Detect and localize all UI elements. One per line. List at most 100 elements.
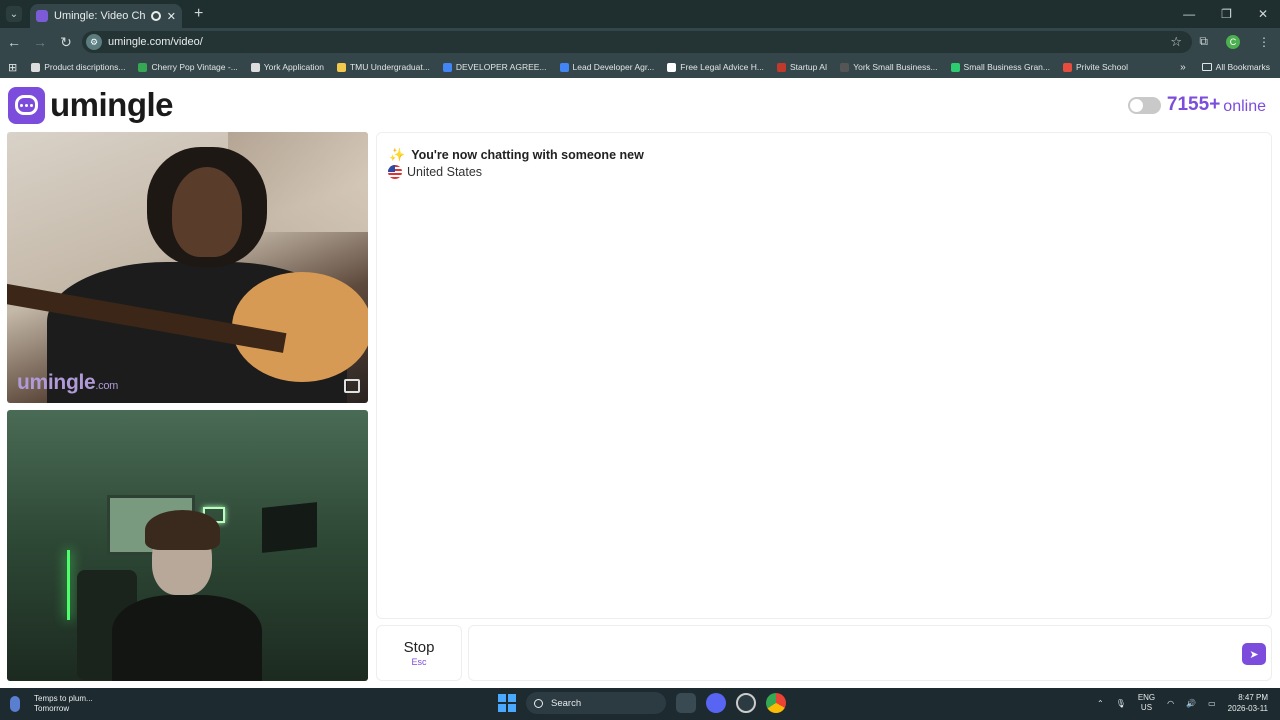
bookmark-favicon-icon xyxy=(250,62,260,72)
bookmark-favicon-icon xyxy=(442,62,452,72)
weather-line1: Temps to plum... xyxy=(34,694,93,703)
self-body xyxy=(112,595,262,681)
bookmark-favicon-icon xyxy=(776,62,786,72)
extensions-icon[interactable]: ⧉ xyxy=(1199,34,1208,49)
bookmark-favicon-icon xyxy=(336,62,346,72)
discord-icon[interactable] xyxy=(706,693,726,713)
close-window-button[interactable]: ✕ xyxy=(1258,7,1268,21)
time-text: 8:47 PM xyxy=(1238,693,1268,702)
bookmarks-bar: ⊞ Product discriptions... Cherry Pop Vint… xyxy=(0,56,1280,78)
task-view-icon[interactable] xyxy=(676,693,696,713)
volume-icon[interactable]: 🔊 xyxy=(1186,699,1196,708)
country-label: United States xyxy=(407,165,483,179)
bookmark-item[interactable]: Product discriptions... xyxy=(31,62,125,72)
stranger-face xyxy=(172,167,242,257)
chrome-icon[interactable] xyxy=(766,693,786,713)
taskbar-search[interactable]: Search xyxy=(526,692,666,714)
bookmark-item[interactable]: Startup AI xyxy=(776,62,828,72)
minimize-button[interactable]: — xyxy=(1183,7,1195,21)
status-text: You're now chatting with someone new xyxy=(411,148,644,162)
report-flag-icon[interactable] xyxy=(344,379,360,393)
tab-title: Umingle: Video Chat with S xyxy=(54,10,145,22)
green-led-light xyxy=(67,550,70,620)
bookmark-label: DEVELOPER AGREE... xyxy=(455,62,547,72)
bookmark-item[interactable]: Lead Developer Agr... xyxy=(559,62,654,72)
new-tab-button[interactable]: + xyxy=(194,5,203,23)
self-hair xyxy=(145,510,220,550)
bookmark-label: York Application xyxy=(263,62,324,72)
restore-button[interactable]: ❐ xyxy=(1221,7,1232,21)
bookmark-label: Small Business Gran... xyxy=(963,62,1050,72)
browser-toolbar: ← → ↻ ⚙ umingle.com/video/ ☆ ⧉ C ⋮ xyxy=(0,28,1280,56)
chat-bubble-logo-icon xyxy=(8,86,45,124)
microphone-icon[interactable]: 🎙 xyxy=(1116,699,1126,708)
bookmark-item[interactable]: Privite School xyxy=(1062,62,1128,72)
wall-tv xyxy=(262,502,317,553)
wifi-icon[interactable]: ◠ xyxy=(1167,699,1174,708)
back-arrow-icon[interactable]: ← xyxy=(2,34,26,50)
bookmark-label: Free Legal Advice H... xyxy=(680,62,764,72)
menu-dots-icon[interactable]: ⋮ xyxy=(1258,35,1270,49)
thermometer-icon xyxy=(10,696,20,712)
umingle-logo[interactable]: umingle xyxy=(8,86,174,124)
bookmark-item[interactable]: Free Legal Advice H... xyxy=(667,62,764,72)
stop-button[interactable]: Stop Esc xyxy=(376,625,462,681)
stranger-video: umingle.com xyxy=(7,132,368,403)
browser-tab-bar: ⌄ Umingle: Video Chat with S ✕ + — ❐ ✕ xyxy=(0,0,1280,28)
video-watermark: umingle.com xyxy=(17,371,119,394)
bookmark-item[interactable]: Cherry Pop Vintage -... xyxy=(138,62,238,72)
bookmark-label: TMU Undergraduat... xyxy=(349,62,430,72)
tab-close-icon[interactable]: ✕ xyxy=(167,10,176,23)
address-bar[interactable]: ⚙ umingle.com/video/ ☆ xyxy=(82,31,1192,53)
chat-status-message: ✨ You're now chatting with someone new xyxy=(389,147,644,163)
send-icon[interactable]: ➤ xyxy=(1242,643,1266,665)
weather-line2: Tomorrow xyxy=(34,704,70,713)
umingle-page: umingle 7155+ online umingle.com ✨ You'r… xyxy=(0,80,1280,688)
message-input[interactable] xyxy=(477,634,1237,672)
apps-grid-icon[interactable]: ⊞ xyxy=(8,61,17,74)
bookmark-label: York Small Business... xyxy=(853,62,938,72)
bookmark-favicon-icon xyxy=(950,62,960,72)
bookmark-label: Cherry Pop Vintage -... xyxy=(151,62,238,72)
stranger-country: United States xyxy=(388,165,482,179)
bookmark-item[interactable]: Small Business Gran... xyxy=(950,62,1050,72)
windows-taskbar: Temps to plum... Tomorrow Search ⌃ 🎙 ENG… xyxy=(0,688,1280,720)
bookmark-item[interactable]: DEVELOPER AGREE... xyxy=(442,62,547,72)
bookmark-item[interactable]: York Small Business... xyxy=(840,62,938,72)
obs-icon[interactable] xyxy=(736,693,756,713)
bookmark-item[interactable]: TMU Undergraduat... xyxy=(336,62,430,72)
tab-search-button[interactable]: ⌄ xyxy=(6,6,22,22)
mode-toggle[interactable] xyxy=(1127,96,1161,114)
start-button-icon[interactable] xyxy=(498,694,516,712)
date-text: 2026-03-11 xyxy=(1227,704,1268,713)
battery-icon[interactable]: ▭ xyxy=(1208,699,1216,708)
site-info-icon[interactable]: ⚙ xyxy=(86,34,102,50)
bookmark-favicon-icon xyxy=(138,62,148,72)
system-tray: ⌃ 🎙 ENG US ◠ 🔊 ▭ 8:47 PM 2026-03-11 xyxy=(1097,692,1268,714)
umingle-favicon-icon xyxy=(36,10,48,22)
bookmark-favicon-icon xyxy=(1062,62,1072,72)
active-tab[interactable]: Umingle: Video Chat with S ✕ xyxy=(30,4,182,28)
all-bookmarks-button[interactable]: All Bookmarks xyxy=(1201,62,1270,72)
recording-indicator-icon xyxy=(150,11,161,21)
bookmarks-overflow-icon[interactable]: » xyxy=(1180,62,1186,73)
folder-icon xyxy=(1201,63,1212,71)
language-indicator[interactable]: ENG US xyxy=(1138,693,1155,713)
search-icon xyxy=(534,698,543,708)
bookmark-favicon-icon xyxy=(31,62,41,72)
online-count: 7155+ xyxy=(1166,94,1221,115)
profile-avatar[interactable]: C xyxy=(1226,34,1240,49)
online-indicator: 7155+ online xyxy=(1127,94,1266,116)
stop-shortcut: Esc xyxy=(411,657,427,667)
weather-widget[interactable]: Temps to plum... Tomorrow xyxy=(10,694,93,714)
bookmark-item[interactable]: York Application xyxy=(250,62,324,72)
sparkles-icon: ✨ xyxy=(389,147,406,162)
clock[interactable]: 8:47 PM 2026-03-11 xyxy=(1228,692,1268,714)
bookmark-star-icon[interactable]: ☆ xyxy=(1170,34,1182,50)
forward-arrow-icon[interactable]: → xyxy=(28,34,52,50)
tray-overflow-icon[interactable]: ⌃ xyxy=(1097,699,1104,708)
bookmark-label: Product discriptions... xyxy=(44,62,126,72)
bookmark-label: Startup AI xyxy=(789,62,828,72)
reload-icon[interactable]: ↻ xyxy=(54,34,78,51)
logo-text: umingle xyxy=(50,86,174,123)
